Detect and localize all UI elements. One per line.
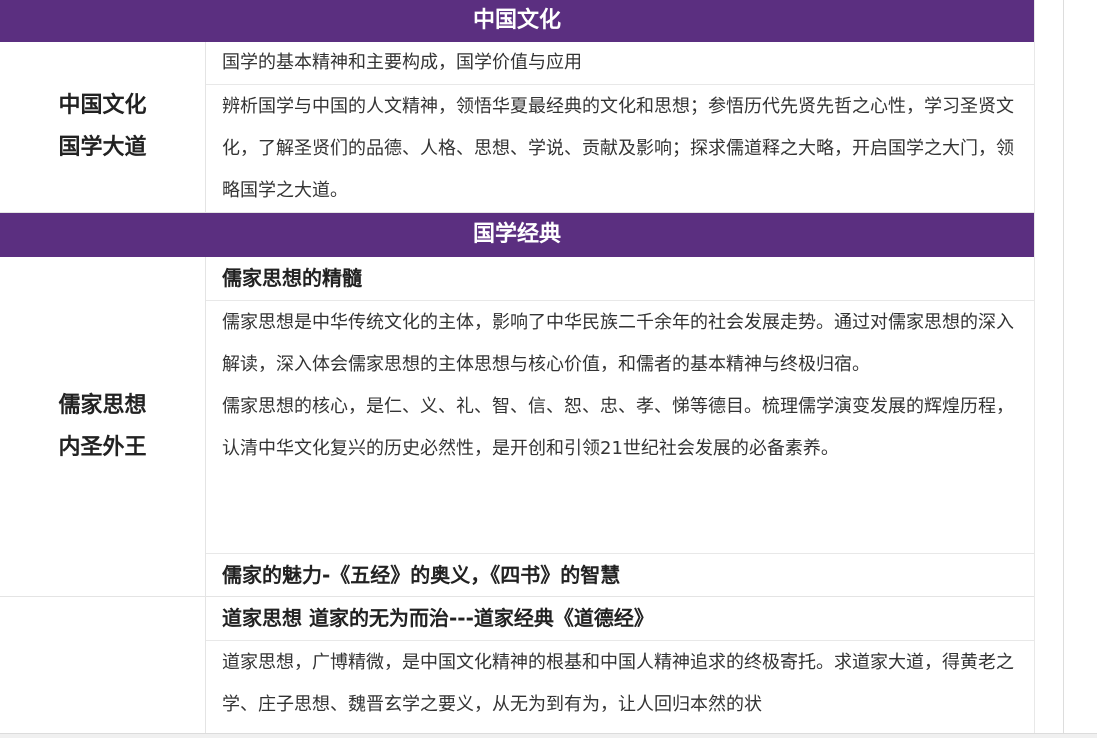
row-title-cell: 中国文化 国学大道 [0,42,206,212]
row-title: 中国文化 国学大道 [58,85,146,169]
content-title: 儒家思想的精髓 [206,257,1034,301]
section-header-chinese-culture: 中国文化 [0,0,1034,42]
content-paragraph: 儒家思想是中华传统文化的主体，影响了中华民族二千余年的社会发展走势。通过对儒家思… [206,301,1034,554]
paragraph-text: 儒家思想的核心，是仁、义、礼、智、信、恕、忠、孝、悌等德目。梳理儒学演变发展的辉… [222,396,1014,459]
row-title-line: 内圣外王 [58,434,147,460]
row-content-cell: 国学的基本精神和主要构成，国学价值与应用 辨析国学与中国的人文精神，领悟华夏最经… [206,42,1034,212]
content-paragraph: 辨析国学与中国的人文精神，领悟华夏最经典的文化和思想；参悟历代先贤先哲之心性，学… [206,85,1034,212]
page: 中国文化 中国文化 国学大道 国学的基本精神和主要构成，国学价值与应用 辨析国学… [0,0,1097,738]
scrollbar-track[interactable] [1063,0,1097,738]
table-row: 道家思想 道家的无为而治---道家经典《道德经》 道家思想，广博精微，是中国文化… [0,597,1034,737]
table-row: 中国文化 国学大道 国学的基本精神和主要构成，国学价值与应用 辨析国学与中国的人… [0,42,1034,213]
content-line: 国学的基本精神和主要构成，国学价值与应用 [206,42,1034,85]
row-title-line: 中国文化 [58,93,147,118]
row-title-cell: 儒家思想 内圣外王 [0,257,206,596]
row-title-cell [0,597,206,737]
paragraph-text: 辨析国学与中国的人文精神，领悟华夏最经典的文化和思想；参悟历代先贤先哲之心性，学… [222,96,1014,201]
row-title: 儒家思想 内圣外王 [58,385,146,469]
row-title-line: 国学大道 [58,135,147,160]
content-subtitle: 儒家的魅力-《五经》的奥义，《四书》的智慧 [222,563,621,587]
row-content-cell: 道家思想 道家的无为而治---道家经典《道德经》 道家思想，广博精微，是中国文化… [206,597,1034,737]
row-title-line: 儒家思想 [58,392,147,418]
course-table: 中国文化 中国文化 国学大道 国学的基本精神和主要构成，国学价值与应用 辨析国学… [0,0,1034,737]
right-gutter [1034,0,1064,738]
bottom-edge [0,733,1097,738]
content-title: 道家思想 道家的无为而治---道家经典《道德经》 [206,597,1034,641]
paragraph-text: 道家思想，广博精微，是中国文化精神的根基和中国人精神追求的终极寄托。求道家大道，… [222,652,1014,715]
content-paragraph: 道家思想，广博精微，是中国文化精神的根基和中国人精神追求的终极寄托。求道家大道，… [206,641,1034,727]
row-content-cell: 儒家思想的精髓 儒家思想是中华传统文化的主体，影响了中华民族二千余年的社会发展走… [206,257,1034,596]
paragraph-text: 儒家思想是中华传统文化的主体，影响了中华民族二千余年的社会发展走势。通过对儒家思… [222,312,1014,375]
table-row: 儒家思想 内圣外王 儒家思想的精髓 儒家思想是中华传统文化的主体，影响了中华民族… [0,257,1034,597]
section-header-classics: 国学经典 [0,213,1034,257]
